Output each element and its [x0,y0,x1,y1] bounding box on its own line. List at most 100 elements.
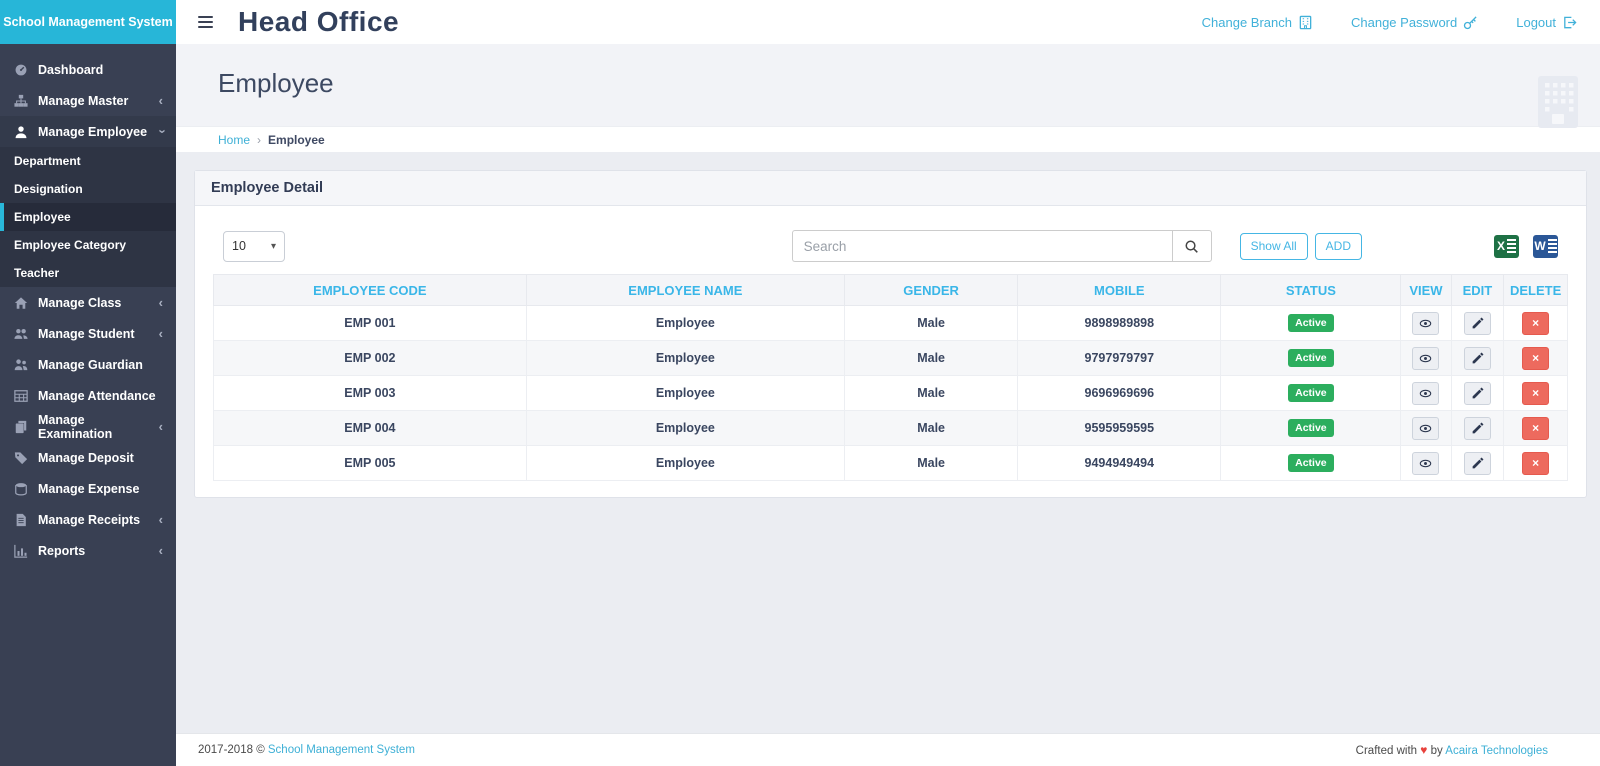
view-button[interactable] [1412,347,1439,370]
sidebar-item-label: Dashboard [38,63,103,77]
chevron-left-icon: ‹ [159,296,163,309]
sidebar-item-label: Manage Master [38,94,128,108]
delete-button[interactable]: × [1522,312,1549,335]
search-group [792,230,1212,262]
status-badge: Active [1288,419,1334,437]
sidebar-item-manage-guardian[interactable]: Manage Guardian [0,349,176,380]
sidebar-item-manage-expense[interactable]: Manage Expense [0,473,176,504]
sidebar-item-label: Manage Class [38,296,121,310]
view-button[interactable] [1412,382,1439,405]
status-badge: Active [1288,454,1334,472]
sidebar-item-reports[interactable]: Reports ‹ [0,535,176,566]
view-button[interactable] [1412,312,1439,335]
sidebar-item-manage-deposit[interactable]: Manage Deposit [0,442,176,473]
status-badge: Active [1288,349,1334,367]
footer-acaira-link[interactable]: Acaira Technologies [1445,745,1548,757]
submenu-item-department[interactable]: Department [0,147,176,175]
employee-detail-panel: Employee Detail 10 ▾ [194,170,1587,498]
building-watermark-icon [1538,76,1578,128]
guardians-icon [13,357,29,373]
change-branch-link[interactable]: Change Branch [1202,15,1313,30]
table-row: EMP 003 Employee Male 9696969696 Active … [214,376,1568,411]
edit-button[interactable] [1464,382,1491,405]
sidebar-item-manage-attendance[interactable]: Manage Attendance [0,380,176,411]
pencil-icon [1471,387,1484,400]
delete-button[interactable]: × [1522,382,1549,405]
delete-button[interactable]: × [1522,417,1549,440]
show-all-button[interactable]: Show All [1240,233,1308,260]
delete-x-icon: × [1532,387,1539,399]
branch-title: Head Office [238,6,399,38]
search-icon [1184,239,1199,254]
table-row: EMP 001 Employee Male 9898989898 Active … [214,306,1568,341]
topbar: Head Office Change Branch Change Passwor… [176,0,1600,44]
edit-button[interactable] [1464,312,1491,335]
delete-x-icon: × [1532,422,1539,434]
sidebar-item-label: Manage Expense [38,482,139,496]
sidebar-item-manage-employee[interactable]: Manage Employee ‹ [0,116,176,147]
footer-credit: Crafted with ♥ by Acaira Technologies [1356,743,1548,757]
change-password-link[interactable]: Change Password [1351,15,1478,30]
submenu-item-employee-category[interactable]: Employee Category [0,231,176,259]
col-employee-name: EMPLOYEE NAME [526,275,844,306]
table-row: EMP 004 Employee Male 9595959595 Active … [214,411,1568,446]
edit-button[interactable] [1464,417,1491,440]
sidebar-item-label: Manage Employee [38,125,147,139]
view-button[interactable] [1412,417,1439,440]
export-word-icon[interactable]: W [1533,235,1558,258]
heart-icon: ♥ [1420,743,1427,757]
brand-title: School Management System [0,0,176,44]
table-row: EMP 002 Employee Male 9797979797 Active … [214,341,1568,376]
eye-icon [1419,352,1432,365]
submenu-item-teacher[interactable]: Teacher [0,259,176,287]
footer-copyright: 2017-2018 © School Management System [198,744,415,756]
chevron-left-icon: ‹ [159,327,163,340]
col-mobile: MOBILE [1018,275,1221,306]
chevron-left-icon: ‹ [159,513,163,526]
search-button[interactable] [1172,230,1212,262]
table-icon [13,388,29,404]
sidebar-item-manage-student[interactable]: Manage Student ‹ [0,318,176,349]
search-input[interactable] [792,230,1172,262]
pencil-icon [1471,422,1484,435]
main-area: Head Office Change Branch Change Passwor… [176,0,1600,766]
delete-x-icon: × [1532,352,1539,364]
panel-body: 10 ▾ Show All ADD [195,206,1586,497]
delete-button[interactable]: × [1522,452,1549,475]
page-size-select[interactable]: 10 ▾ [223,231,285,262]
sidebar-item-manage-class[interactable]: Manage Class ‹ [0,287,176,318]
submenu-item-designation[interactable]: Designation [0,175,176,203]
pencil-icon [1471,317,1484,330]
delete-button[interactable]: × [1522,347,1549,370]
footer: 2017-2018 © School Management System Cra… [176,733,1600,766]
sidebar-item-label: Manage Guardian [38,358,143,372]
status-badge: Active [1288,314,1334,332]
footer-sms-link[interactable]: School Management System [268,744,415,756]
delete-x-icon: × [1532,457,1539,469]
add-button[interactable]: ADD [1315,233,1362,260]
sidebar-item-manage-examination[interactable]: Manage Examination ‹ [0,411,176,442]
sidebar-item-manage-master[interactable]: Manage Master ‹ [0,85,176,116]
sidebar-item-manage-receipts[interactable]: Manage Receipts ‹ [0,504,176,535]
employee-submenu: Department Designation Employee Employee… [0,147,176,287]
view-button[interactable] [1412,452,1439,475]
eye-icon [1419,422,1432,435]
page-heading: Employee [176,44,1600,126]
building-icon [1298,15,1313,30]
chevron-left-icon: ‹ [159,420,163,433]
submenu-item-employee[interactable]: Employee [0,203,176,231]
status-badge: Active [1288,384,1334,402]
sidebar: School Management System Dashboard Manag… [0,0,176,766]
chevron-left-icon: ‹ [159,544,163,557]
logout-link[interactable]: Logout [1516,15,1577,30]
sidebar-item-dashboard[interactable]: Dashboard [0,54,176,85]
export-excel-icon[interactable]: X [1494,235,1519,258]
money-icon [13,481,29,497]
hamburger-menu-icon[interactable] [198,16,213,28]
col-employee-code: EMPLOYEE CODE [214,275,527,306]
sidebar-nav: Dashboard Manage Master ‹ Manage Employe… [0,44,176,566]
edit-button[interactable] [1464,452,1491,475]
action-buttons: Show All ADD [1240,233,1362,260]
breadcrumb-home-link[interactable]: Home [218,133,250,147]
edit-button[interactable] [1464,347,1491,370]
